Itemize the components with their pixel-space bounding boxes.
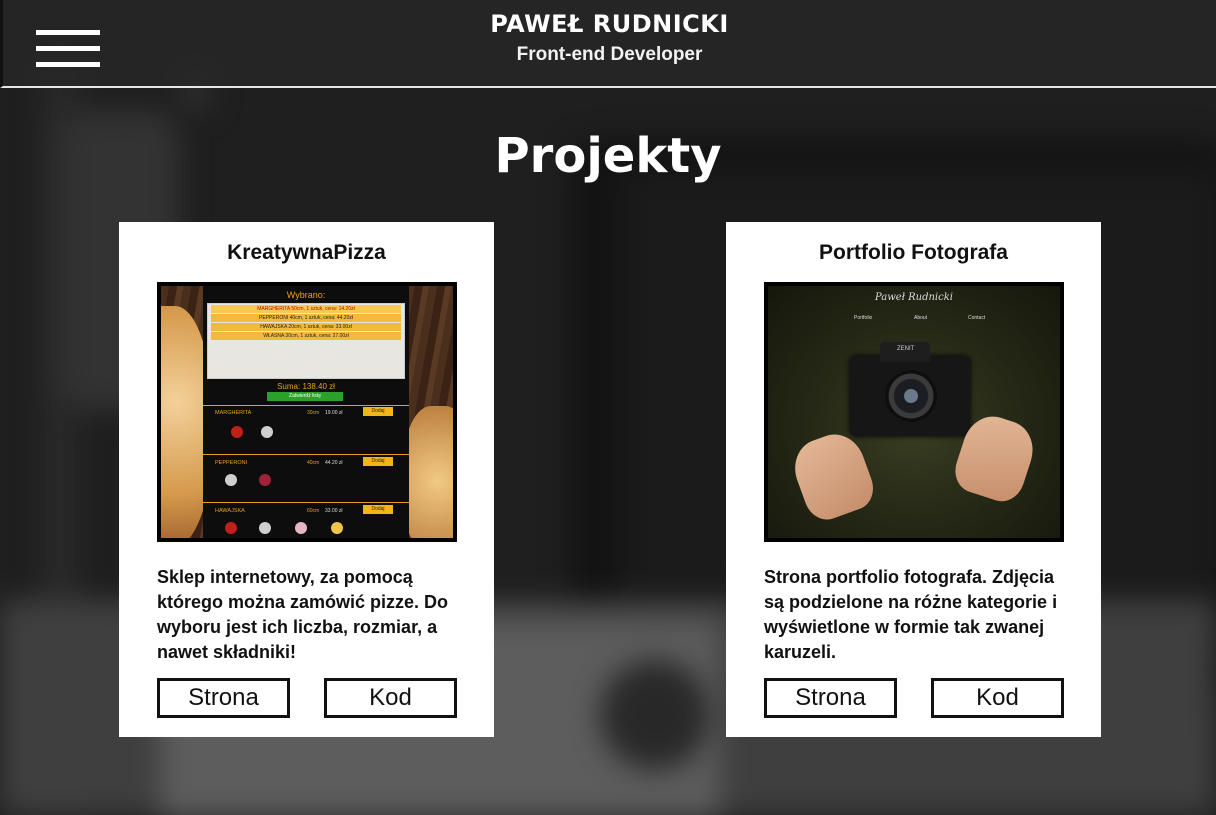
camera-image: ZENIT <box>850 342 970 436</box>
project-code-button[interactable]: Kod <box>931 678 1064 718</box>
project-title: KreatywnaPizza <box>227 241 386 264</box>
project-description: Sklep internetowy, za pomocą którego moż… <box>157 567 449 662</box>
preview-add-button: Dodaj <box>363 407 393 416</box>
preview-chosen-label: Wybrano: <box>286 290 326 300</box>
mozzarella-icon <box>261 426 273 438</box>
preview-confirm-button: Zatwierdź listę <box>267 392 343 401</box>
preview-order-list: MARGHERITA 50cm, 1 sztuk, cena: 14.20zł … <box>207 303 405 379</box>
preview-add-button: Dodaj <box>363 457 393 466</box>
ham-icon <box>295 522 307 534</box>
site-owner-role: Front-end Developer <box>516 44 703 65</box>
left-hand-image <box>786 426 880 526</box>
project-code-button[interactable]: Kod <box>324 678 457 718</box>
top-bar: PAWEŁ RUDNICKI Front-end Developer <box>0 0 1216 88</box>
project-preview-image: Paweł Rudnicki Portfolio About Contact Z… <box>764 282 1064 542</box>
project-preview-image: Wybrano: MARGHERITA 50cm, 1 sztuk, cena:… <box>157 282 457 542</box>
preview-pizza-size: 30cm <box>307 410 320 416</box>
preview-pizza-name: PEPPERONI <box>215 460 248 466</box>
preview-nav-item: Portfolio <box>854 315 873 321</box>
mozzarella-icon <box>259 522 271 534</box>
mozzarella-icon <box>225 474 237 486</box>
tomato-icon <box>225 522 237 534</box>
pineapple-icon <box>331 522 343 534</box>
preview-order-row: PEPPERONI 40cm, 1 sztuk, cena: 44.20zł <box>211 314 401 322</box>
pepperoni-icon <box>259 474 271 486</box>
preview-pizza-size: 60cm <box>307 508 320 514</box>
camera-brand-label: ZENIT <box>897 346 915 352</box>
preview-pizza-name: MARGHERITA <box>215 410 252 416</box>
preview-pizza-price: 33.00 zł <box>325 508 343 514</box>
preview-nav-item: About <box>914 315 928 321</box>
preview-order-row: WŁASNA 30cm, 1 sztuk, cena: 27.00zł <box>211 332 401 340</box>
preview-pizza-price: 19.00 zł <box>325 410 343 416</box>
project-site-button[interactable]: Strona <box>157 678 290 718</box>
project-card-kreatywnapizza: KreatywnaPizza Wybrano: MARGHERITA 50cm,… <box>119 222 494 737</box>
project-card-portfolio-fotografa: Portfolio Fotografa Paweł Rudnicki Portf… <box>726 222 1101 737</box>
preview-add-button: Dodaj <box>363 505 393 514</box>
tomato-icon <box>231 426 243 438</box>
project-site-button[interactable]: Strona <box>764 678 897 718</box>
project-description: Strona portfolio fotografa. Zdjęcia są p… <box>764 567 1058 662</box>
brand: PAWEŁ RUDNICKI Front-end Developer <box>3 10 1216 66</box>
site-owner-name: PAWEŁ RUDNICKI <box>490 10 729 38</box>
preview-pizza-price: 44.20 zł <box>325 460 343 466</box>
preview-order-row: HAWAJSKA 20cm, 1 sztuk, cena: 33.00zł <box>211 323 401 331</box>
preview-pizza-size: 40cm <box>307 460 320 466</box>
preview-pizza-name: HAWAJSKA <box>215 508 245 514</box>
preview-order-row: MARGHERITA 50cm, 1 sztuk, cena: 14.20zł <box>211 305 401 313</box>
preview-nav-item: Contact <box>968 315 986 321</box>
section-title: Projekty <box>494 128 722 184</box>
preview-sum: Suma: 138.40 zł <box>277 382 335 391</box>
preview-logo: Paweł Rudnicki <box>874 292 953 303</box>
project-title: Portfolio Fotografa <box>819 241 1008 264</box>
